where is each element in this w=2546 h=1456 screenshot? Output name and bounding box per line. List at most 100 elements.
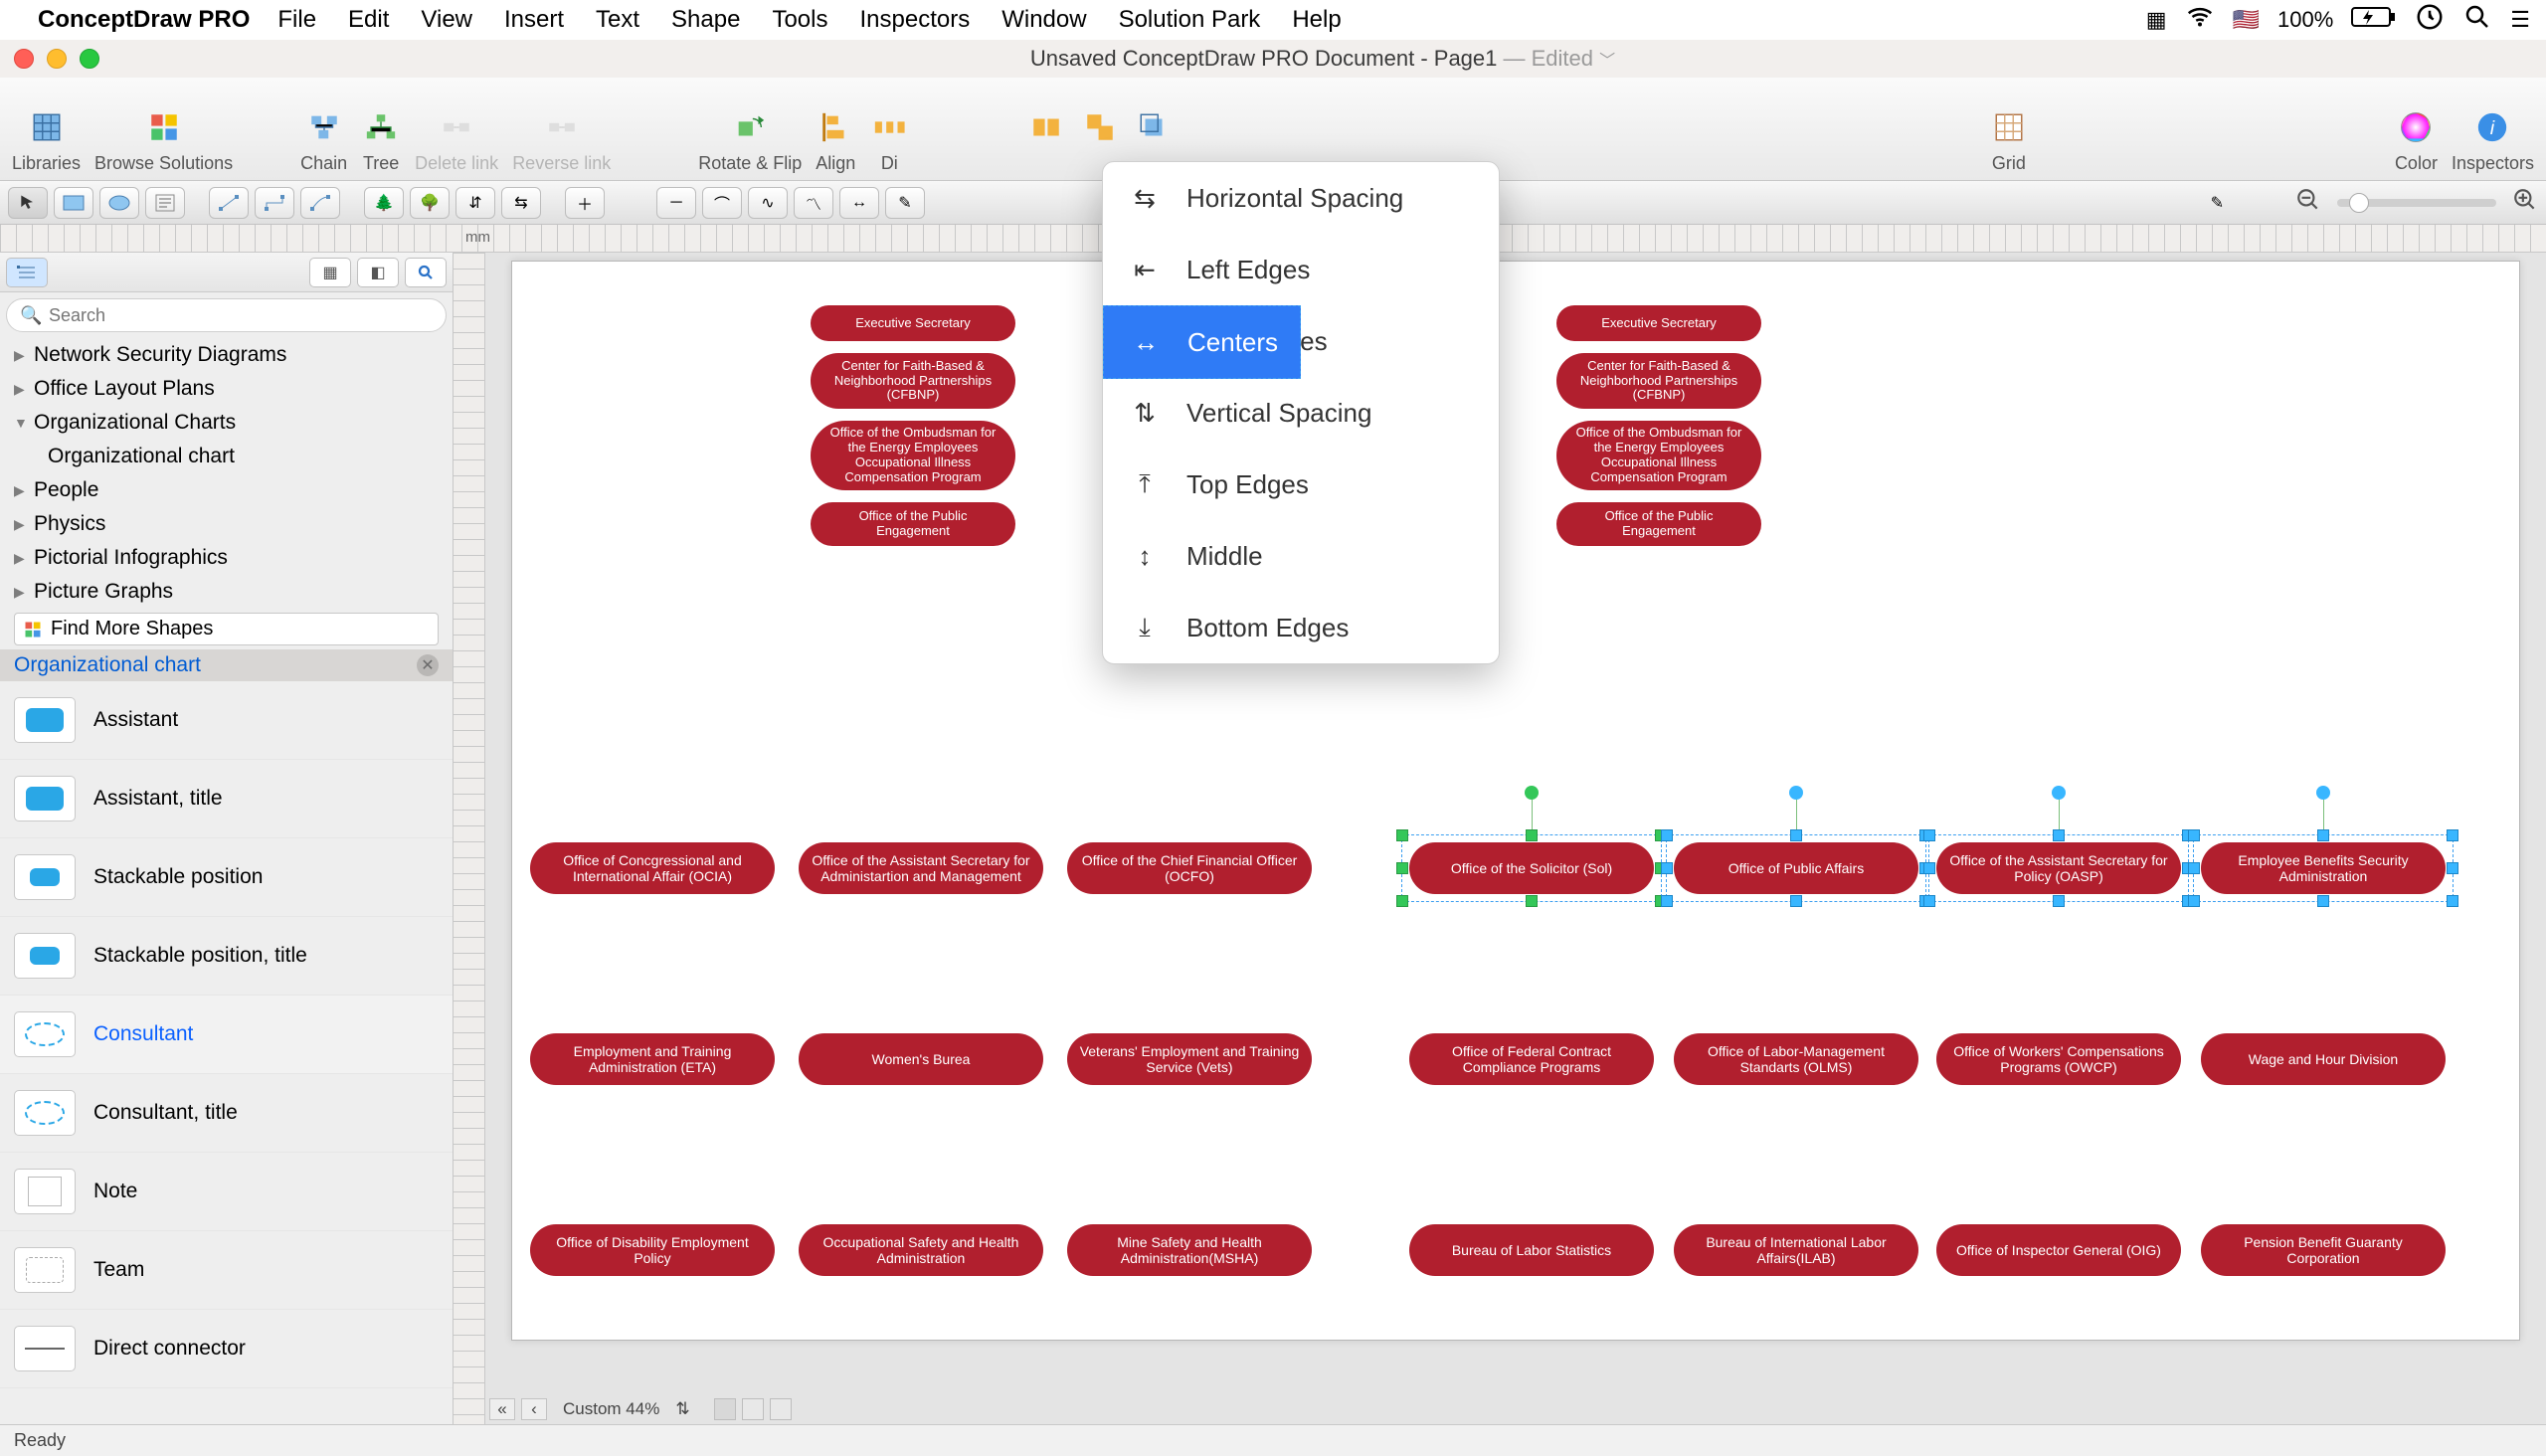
sublibrary-header[interactable]: Organizational chart ✕ <box>0 649 453 681</box>
dropdown-option[interactable]: ⇆Horizontal Spacing <box>1103 162 1499 234</box>
dropdown-option[interactable]: ⇥Right Edges <box>1103 305 1499 377</box>
shape-item[interactable]: Direct connector <box>0 1310 453 1388</box>
menu-file[interactable]: File <box>277 6 316 34</box>
org-shape[interactable]: Office of Federal Contract Compliance Pr… <box>1409 1033 1654 1085</box>
shape-item[interactable]: Assistant, title <box>0 760 453 838</box>
tool-connector-1[interactable] <box>209 187 249 219</box>
dropdown-option[interactable]: ⤒Top Edges <box>1103 449 1499 520</box>
title-chevron-icon[interactable]: ﹀ <box>1599 53 1615 70</box>
wifi-icon[interactable] <box>2185 2 2215 38</box>
org-shape[interactable]: Employee Benefits Security Administratio… <box>2201 842 2446 894</box>
tool-add-page[interactable]: ＋ <box>565 187 605 219</box>
dropdown-option[interactable]: ⇅Vertical Spacing <box>1103 377 1499 449</box>
tool-tree-3[interactable]: ⇵ <box>455 187 495 219</box>
tree-node[interactable]: ▶Office Layout Plans <box>0 372 453 406</box>
tool-connector-2[interactable] <box>255 187 294 219</box>
tool-pointer[interactable] <box>8 187 48 219</box>
tool-arc[interactable]: ⌒ <box>702 187 742 219</box>
toolbar-chain[interactable]: Chain <box>300 91 347 174</box>
shape-item[interactable]: Team <box>0 1231 453 1310</box>
org-shape[interactable]: Office of the Public Engagement <box>811 502 1015 546</box>
clock-icon[interactable] <box>2415 2 2445 38</box>
panel-view-list[interactable] <box>6 258 48 287</box>
toolbar-align[interactable]: Align <box>816 91 855 174</box>
tool-freehand[interactable]: ✎ <box>885 187 925 219</box>
org-shape[interactable]: Office of the Solicitor (Sol) <box>1409 842 1654 894</box>
panel-view-grid[interactable]: ▦ <box>309 258 351 287</box>
menu-inspectors[interactable]: Inspectors <box>859 6 970 34</box>
toolbar-libraries[interactable]: Libraries <box>12 91 81 174</box>
menu-view[interactable]: View <box>421 6 472 34</box>
toolbar-color[interactable]: Color <box>2395 91 2438 174</box>
menu-text[interactable]: Text <box>596 6 639 34</box>
tool-text[interactable] <box>145 187 185 219</box>
menu-tools[interactable]: Tools <box>772 6 827 34</box>
zoom-out-button[interactable] <box>2295 187 2321 218</box>
tree-node[interactable]: ▶People <box>0 473 453 507</box>
org-shape[interactable]: Center for Faith-Based & Neighborhood Pa… <box>811 353 1015 409</box>
shape-item[interactable]: Consultant <box>0 996 453 1074</box>
menu-solution-park[interactable]: Solution Park <box>1119 6 1261 34</box>
org-shape[interactable]: Executive Secretary <box>811 305 1015 341</box>
tool-spline[interactable]: ∿ <box>748 187 788 219</box>
page-tab[interactable] <box>742 1398 764 1420</box>
tool-tree-1[interactable]: 🌲 <box>364 187 404 219</box>
tree-node[interactable]: ▶Picture Graphs <box>0 575 453 609</box>
toolbar-make-same[interactable] <box>1026 91 1066 174</box>
org-shape[interactable]: Office of the Assistant Secretary for Po… <box>1936 842 2181 894</box>
dropdown-option[interactable]: ⇤Left Edges <box>1103 234 1499 305</box>
menu-shape[interactable]: Shape <box>671 6 740 34</box>
canvas[interactable]: Executive Secretary Center for Faith-Bas… <box>454 253 2546 1424</box>
org-shape[interactable]: Executive Secretary <box>1556 305 1761 341</box>
shape-item[interactable]: Stackable position, title <box>0 917 453 996</box>
spotlight-icon[interactable] <box>2462 2 2492 38</box>
drawing-page[interactable]: Executive Secretary Center for Faith-Bas… <box>511 261 2520 1341</box>
org-shape[interactable]: Office of the Ombudsman for the Energy E… <box>1556 421 1761 490</box>
panel-view-large[interactable]: ◧ <box>357 258 399 287</box>
org-shape[interactable]: Office of Inspector General (OIG) <box>1936 1224 2181 1276</box>
tool-ellipse[interactable] <box>99 187 139 219</box>
menu-window[interactable]: Window <box>1001 6 1086 34</box>
page-prev[interactable]: ‹ <box>521 1398 547 1420</box>
zoom-stepper-icon[interactable]: ⇅ <box>675 1399 689 1419</box>
close-icon[interactable]: ✕ <box>417 654 439 676</box>
dropdown-option[interactable]: ↕Middle <box>1103 520 1499 592</box>
org-shape[interactable]: Center for Faith-Based & Neighborhood Pa… <box>1556 353 1761 409</box>
shape-item[interactable]: Assistant <box>0 681 453 760</box>
menu-list-icon[interactable]: ☰ <box>2510 7 2530 33</box>
page-tab[interactable] <box>770 1398 792 1420</box>
shape-item[interactable]: Note <box>0 1153 453 1231</box>
tool-line[interactable]: ─ <box>656 187 696 219</box>
tool-connector-3[interactable] <box>300 187 340 219</box>
panel-search-toggle[interactable] <box>405 258 447 287</box>
org-shape[interactable]: Office of the Assistant Secretary for Ad… <box>799 842 1043 894</box>
tool-dimension[interactable]: ↔ <box>839 187 879 219</box>
toolbar-rotate-flip[interactable]: Rotate & Flip <box>698 91 802 174</box>
tool-tree-2[interactable]: 🌳 <box>410 187 450 219</box>
menu-help[interactable]: Help <box>1292 6 1341 34</box>
toolbar-tree[interactable]: Tree <box>361 91 401 174</box>
org-shape[interactable]: Bureau of Labor Statistics <box>1409 1224 1654 1276</box>
org-shape[interactable]: Mine Safety and Health Administration(MS… <box>1067 1224 1312 1276</box>
tree-node[interactable]: ▼Organizational Charts <box>0 406 453 440</box>
library-search-input[interactable] <box>6 298 447 332</box>
org-shape[interactable]: Women's Burea <box>799 1033 1043 1085</box>
tree-node-child[interactable]: Organizational chart <box>0 440 453 473</box>
page-tab[interactable] <box>714 1398 736 1420</box>
tool-tree-4[interactable]: ⇆ <box>501 187 541 219</box>
control-strip-icon[interactable]: ▦ <box>2146 7 2167 33</box>
dropdown-option[interactable]: ⤓Bottom Edges <box>1103 592 1499 663</box>
org-shape[interactable]: Bureau of International Labor Affairs(IL… <box>1674 1224 1918 1276</box>
window-minimize-button[interactable] <box>47 49 67 69</box>
tool-polyline[interactable]: 〽 <box>794 187 833 219</box>
toolbar-inspectors[interactable]: i Inspectors <box>2452 91 2534 174</box>
tool-rectangle[interactable] <box>54 187 93 219</box>
zoom-slider[interactable] <box>2337 199 2496 207</box>
org-shape[interactable]: Office of Workers' Compensations Program… <box>1936 1033 2181 1085</box>
page-prev-fast[interactable]: « <box>489 1398 515 1420</box>
org-shape[interactable]: Office of Concgressional and Internation… <box>530 842 775 894</box>
org-shape[interactable]: Office of Public Affairs <box>1674 842 1918 894</box>
org-shape[interactable]: Wage and Hour Division <box>2201 1033 2446 1085</box>
window-zoom-button[interactable] <box>80 49 99 69</box>
tree-node[interactable]: ▶Physics <box>0 507 453 541</box>
